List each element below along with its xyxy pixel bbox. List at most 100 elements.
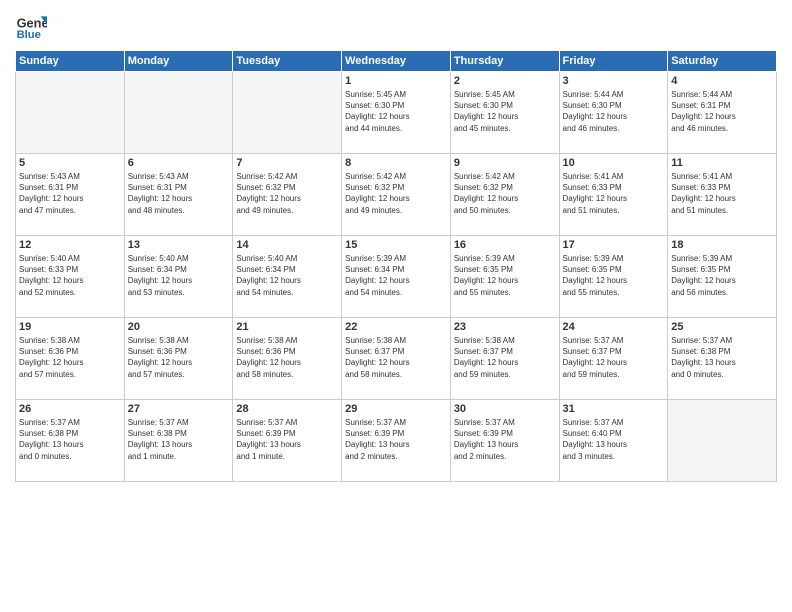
calendar-cell: 25 Sunrise: 5:37 AM Sunset: 6:38 PM Dayli… <box>668 318 777 400</box>
day-info: Sunrise: 5:38 AM Sunset: 6:37 PM Dayligh… <box>345 335 447 380</box>
day-info: Sunrise: 5:39 AM Sunset: 6:35 PM Dayligh… <box>671 253 773 298</box>
calendar-cell: 16 Sunrise: 5:39 AM Sunset: 6:35 PM Dayli… <box>450 236 559 318</box>
day-info: Sunrise: 5:43 AM Sunset: 6:31 PM Dayligh… <box>19 171 121 216</box>
day-info: Sunrise: 5:41 AM Sunset: 6:33 PM Dayligh… <box>671 171 773 216</box>
day-number: 21 <box>236 321 338 333</box>
calendar-cell: 31 Sunrise: 5:37 AM Sunset: 6:40 PM Dayli… <box>559 400 668 482</box>
day-header-friday: Friday <box>559 51 668 72</box>
day-number: 5 <box>19 157 121 169</box>
calendar-cell: 1 Sunrise: 5:45 AM Sunset: 6:30 PM Daylig… <box>342 72 451 154</box>
calendar-cell: 26 Sunrise: 5:37 AM Sunset: 6:38 PM Dayli… <box>16 400 125 482</box>
day-info: Sunrise: 5:38 AM Sunset: 6:36 PM Dayligh… <box>19 335 121 380</box>
calendar-cell <box>233 72 342 154</box>
day-info: Sunrise: 5:44 AM Sunset: 6:30 PM Dayligh… <box>563 89 665 134</box>
day-number: 24 <box>563 321 665 333</box>
day-number: 16 <box>454 239 556 251</box>
logo: General Blue <box>15 10 47 42</box>
calendar-cell: 27 Sunrise: 5:37 AM Sunset: 6:38 PM Dayli… <box>124 400 233 482</box>
day-info: Sunrise: 5:38 AM Sunset: 6:36 PM Dayligh… <box>236 335 338 380</box>
calendar-cell: 11 Sunrise: 5:41 AM Sunset: 6:33 PM Dayli… <box>668 154 777 236</box>
calendar-cell: 9 Sunrise: 5:42 AM Sunset: 6:32 PM Daylig… <box>450 154 559 236</box>
calendar-cell: 12 Sunrise: 5:40 AM Sunset: 6:33 PM Dayli… <box>16 236 125 318</box>
day-header-sunday: Sunday <box>16 51 125 72</box>
day-info: Sunrise: 5:40 AM Sunset: 6:34 PM Dayligh… <box>128 253 230 298</box>
day-info: Sunrise: 5:43 AM Sunset: 6:31 PM Dayligh… <box>128 171 230 216</box>
calendar-table: SundayMondayTuesdayWednesdayThursdayFrid… <box>15 50 777 482</box>
page-header: General Blue <box>15 10 777 42</box>
day-number: 20 <box>128 321 230 333</box>
day-number: 14 <box>236 239 338 251</box>
day-header-monday: Monday <box>124 51 233 72</box>
day-number: 23 <box>454 321 556 333</box>
day-number: 17 <box>563 239 665 251</box>
calendar-cell: 13 Sunrise: 5:40 AM Sunset: 6:34 PM Dayli… <box>124 236 233 318</box>
day-number: 13 <box>128 239 230 251</box>
calendar-cell <box>124 72 233 154</box>
day-number: 9 <box>454 157 556 169</box>
day-header-saturday: Saturday <box>668 51 777 72</box>
calendar-cell: 14 Sunrise: 5:40 AM Sunset: 6:34 PM Dayli… <box>233 236 342 318</box>
day-info: Sunrise: 5:38 AM Sunset: 6:36 PM Dayligh… <box>128 335 230 380</box>
day-info: Sunrise: 5:45 AM Sunset: 6:30 PM Dayligh… <box>454 89 556 134</box>
day-info: Sunrise: 5:37 AM Sunset: 6:39 PM Dayligh… <box>345 417 447 462</box>
calendar-cell: 2 Sunrise: 5:45 AM Sunset: 6:30 PM Daylig… <box>450 72 559 154</box>
day-info: Sunrise: 5:39 AM Sunset: 6:35 PM Dayligh… <box>454 253 556 298</box>
day-info: Sunrise: 5:44 AM Sunset: 6:31 PM Dayligh… <box>671 89 773 134</box>
day-info: Sunrise: 5:37 AM Sunset: 6:39 PM Dayligh… <box>236 417 338 462</box>
calendar-cell: 4 Sunrise: 5:44 AM Sunset: 6:31 PM Daylig… <box>668 72 777 154</box>
day-number: 22 <box>345 321 447 333</box>
calendar-cell <box>668 400 777 482</box>
day-number: 8 <box>345 157 447 169</box>
day-number: 27 <box>128 403 230 415</box>
day-info: Sunrise: 5:38 AM Sunset: 6:37 PM Dayligh… <box>454 335 556 380</box>
day-number: 31 <box>563 403 665 415</box>
day-info: Sunrise: 5:42 AM Sunset: 6:32 PM Dayligh… <box>454 171 556 216</box>
day-number: 29 <box>345 403 447 415</box>
day-number: 25 <box>671 321 773 333</box>
calendar-cell: 29 Sunrise: 5:37 AM Sunset: 6:39 PM Dayli… <box>342 400 451 482</box>
calendar-cell: 30 Sunrise: 5:37 AM Sunset: 6:39 PM Dayli… <box>450 400 559 482</box>
day-info: Sunrise: 5:40 AM Sunset: 6:34 PM Dayligh… <box>236 253 338 298</box>
day-header-wednesday: Wednesday <box>342 51 451 72</box>
day-info: Sunrise: 5:42 AM Sunset: 6:32 PM Dayligh… <box>345 171 447 216</box>
calendar-cell: 6 Sunrise: 5:43 AM Sunset: 6:31 PM Daylig… <box>124 154 233 236</box>
calendar-cell: 22 Sunrise: 5:38 AM Sunset: 6:37 PM Dayli… <box>342 318 451 400</box>
day-number: 10 <box>563 157 665 169</box>
day-info: Sunrise: 5:37 AM Sunset: 6:38 PM Dayligh… <box>19 417 121 462</box>
day-info: Sunrise: 5:37 AM Sunset: 6:40 PM Dayligh… <box>563 417 665 462</box>
calendar-cell: 3 Sunrise: 5:44 AM Sunset: 6:30 PM Daylig… <box>559 72 668 154</box>
calendar-cell: 21 Sunrise: 5:38 AM Sunset: 6:36 PM Dayli… <box>233 318 342 400</box>
day-number: 2 <box>454 75 556 87</box>
calendar-cell: 5 Sunrise: 5:43 AM Sunset: 6:31 PM Daylig… <box>16 154 125 236</box>
calendar-cell: 7Sunrise: 5:42 AM Sunset: 6:32 PM Daylig… <box>233 154 342 236</box>
day-info: Sunrise: 5:37 AM Sunset: 6:38 PM Dayligh… <box>671 335 773 380</box>
calendar-cell: 19 Sunrise: 5:38 AM Sunset: 6:36 PM Dayli… <box>16 318 125 400</box>
day-info: Sunrise: 5:40 AM Sunset: 6:33 PM Dayligh… <box>19 253 121 298</box>
day-number: 6 <box>128 157 230 169</box>
day-number: 28 <box>236 403 338 415</box>
calendar-cell: 20 Sunrise: 5:38 AM Sunset: 6:36 PM Dayli… <box>124 318 233 400</box>
svg-text:Blue: Blue <box>17 29 41 41</box>
day-number: 12 <box>19 239 121 251</box>
day-header-tuesday: Tuesday <box>233 51 342 72</box>
day-info: Sunrise: 5:39 AM Sunset: 6:35 PM Dayligh… <box>563 253 665 298</box>
calendar-cell: 17 Sunrise: 5:39 AM Sunset: 6:35 PM Dayli… <box>559 236 668 318</box>
day-info: Sunrise: 5:37 AM Sunset: 6:38 PM Dayligh… <box>128 417 230 462</box>
day-info: Sunrise: 5:42 AM Sunset: 6:32 PM Dayligh… <box>236 171 338 216</box>
day-number: 26 <box>19 403 121 415</box>
day-number: 1 <box>345 75 447 87</box>
day-number: 11 <box>671 157 773 169</box>
day-number: 15 <box>345 239 447 251</box>
day-info: Sunrise: 5:37 AM Sunset: 6:39 PM Dayligh… <box>454 417 556 462</box>
day-info: Sunrise: 5:45 AM Sunset: 6:30 PM Dayligh… <box>345 89 447 134</box>
day-info: Sunrise: 5:37 AM Sunset: 6:37 PM Dayligh… <box>563 335 665 380</box>
day-number: 4 <box>671 75 773 87</box>
day-number: 18 <box>671 239 773 251</box>
day-number: 3 <box>563 75 665 87</box>
day-info: Sunrise: 5:39 AM Sunset: 6:34 PM Dayligh… <box>345 253 447 298</box>
day-header-thursday: Thursday <box>450 51 559 72</box>
calendar-cell <box>16 72 125 154</box>
day-number: 30 <box>454 403 556 415</box>
day-number: 19 <box>19 321 121 333</box>
day-info: Sunrise: 5:41 AM Sunset: 6:33 PM Dayligh… <box>563 171 665 216</box>
